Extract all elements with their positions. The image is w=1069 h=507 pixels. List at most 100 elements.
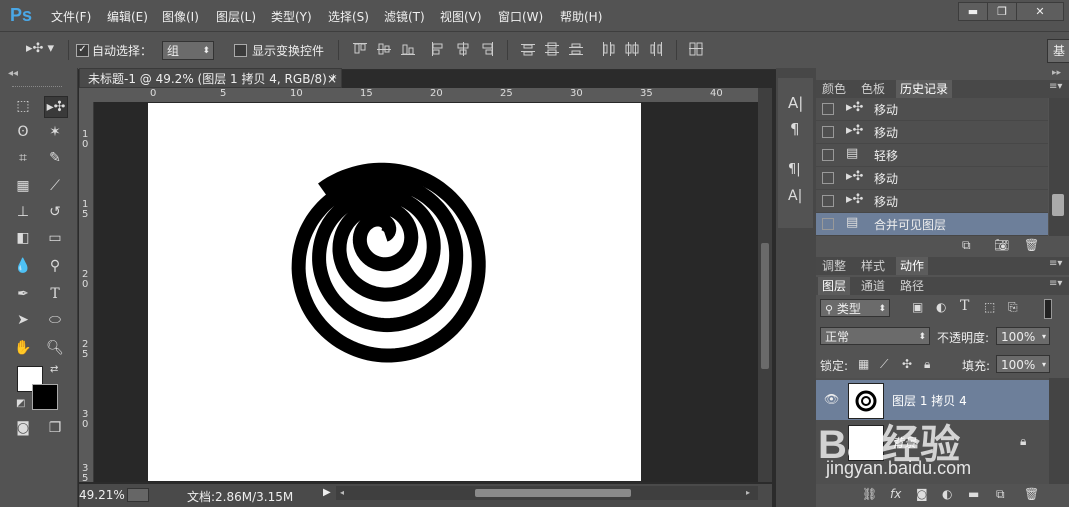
- vertical-scroll-thumb[interactable]: [761, 243, 769, 369]
- vertical-scrollbar[interactable]: [758, 88, 772, 482]
- lock-transparency-icon[interactable]: ▦: [858, 357, 869, 371]
- hand-tool-icon[interactable]: ✋: [12, 338, 34, 358]
- history-item[interactable]: ▸✣ 移动: [816, 121, 1048, 144]
- menu-file[interactable]: 文件(F): [51, 8, 91, 25]
- tab-history[interactable]: 历史记录: [896, 80, 953, 98]
- tab-swatches[interactable]: 色板: [857, 80, 889, 98]
- ruler-origin[interactable]: [79, 88, 93, 102]
- tab-color[interactable]: 颜色: [818, 80, 850, 98]
- camera-icon[interactable]: 📷︎: [994, 238, 1009, 252]
- menu-view[interactable]: 视图(V): [440, 8, 482, 25]
- menu-image[interactable]: 图像(I): [162, 8, 199, 25]
- menu-window[interactable]: 窗口(W): [498, 8, 543, 25]
- filter-pixel-icon[interactable]: ▣: [912, 300, 923, 314]
- history-scrollbar[interactable]: [1049, 98, 1069, 236]
- distribute-left-icon[interactable]: [600, 41, 616, 57]
- history-item[interactable]: ▸✣ 移动: [816, 167, 1048, 190]
- distribute-top-icon[interactable]: [520, 41, 536, 57]
- lock-brush-icon[interactable]: ⟋: [880, 357, 888, 372]
- character-styles-icon[interactable]: A|: [788, 188, 802, 204]
- filter-toggle[interactable]: [1044, 299, 1052, 319]
- new-document-from-state-icon[interactable]: ⧉: [962, 238, 971, 253]
- blur-tool-icon[interactable]: 💧: [12, 256, 34, 276]
- link-layers-icon[interactable]: ⛓: [862, 487, 877, 501]
- tab-styles[interactable]: 样式: [857, 257, 889, 275]
- tab-layers[interactable]: 图层: [818, 277, 851, 295]
- menu-select[interactable]: 选择(S): [328, 8, 369, 25]
- history-item[interactable]: ▸✣ 移动: [816, 98, 1048, 121]
- history-item-selected[interactable]: ▤ 合并可见图层: [816, 213, 1048, 236]
- eraser-icon[interactable]: ◧: [12, 228, 34, 248]
- align-vcenter-icon[interactable]: [376, 41, 392, 57]
- delete-layer-icon[interactable]: 🗑︎: [1024, 487, 1039, 501]
- history-snapshot-checkbox[interactable]: [822, 218, 834, 230]
- restore-button[interactable]: ❐: [987, 2, 1017, 21]
- close-document-icon[interactable]: ×: [327, 69, 337, 89]
- distribute-hcenter-icon[interactable]: [624, 41, 640, 57]
- panel-menu-icon[interactable]: ≡▾: [1049, 278, 1062, 289]
- magic-wand-icon[interactable]: ✶: [44, 122, 66, 142]
- layer-kind-filter[interactable]: ⚲ 类型 ⬍: [820, 299, 890, 317]
- align-right-icon[interactable]: [479, 41, 495, 57]
- panel-collapse-icon[interactable]: ▸▸: [1052, 68, 1061, 78]
- new-layer-icon[interactable]: ⧉: [996, 487, 1005, 502]
- align-left-icon[interactable]: [430, 41, 446, 57]
- document-canvas[interactable]: [148, 103, 641, 481]
- history-snapshot-checkbox[interactable]: [822, 103, 834, 115]
- dodge-tool-icon[interactable]: ⚲: [44, 256, 66, 276]
- panel-menu-icon[interactable]: ≡▾: [1049, 81, 1062, 92]
- tab-paths[interactable]: 路径: [896, 277, 928, 295]
- lasso-tool-icon[interactable]: ʘ: [12, 122, 34, 142]
- workspace-button[interactable]: 基: [1047, 39, 1069, 63]
- type-tool-icon[interactable]: T: [44, 284, 66, 304]
- trash-icon[interactable]: 🗑︎: [1024, 238, 1039, 252]
- filter-adjustment-icon[interactable]: ◐: [936, 300, 946, 314]
- opacity-input[interactable]: 100% ▾: [996, 327, 1050, 345]
- paragraph-styles-icon[interactable]: ¶|: [788, 162, 801, 177]
- zoom-level[interactable]: 49.21%: [79, 488, 125, 502]
- marquee-tool-icon[interactable]: ⬚: [12, 96, 34, 116]
- quick-mask-icon[interactable]: ◙: [12, 418, 34, 438]
- align-top-icon[interactable]: [352, 41, 368, 57]
- clone-stamp-icon[interactable]: ⊥: [12, 202, 34, 222]
- scroll-right-icon[interactable]: ▸: [746, 488, 750, 497]
- horizontal-scrollbar[interactable]: ◂ ▸: [336, 486, 758, 500]
- menu-type[interactable]: 类型(Y): [271, 8, 312, 25]
- collapse-arrows-icon[interactable]: ◂◂: [8, 68, 18, 79]
- path-selection-icon[interactable]: ➤: [12, 310, 34, 330]
- history-item[interactable]: ▸✣ 移动: [816, 190, 1048, 213]
- align-hcenter-icon[interactable]: [455, 41, 471, 57]
- minimize-button[interactable]: ▬: [958, 2, 988, 21]
- new-group-icon[interactable]: ▬: [968, 487, 979, 501]
- layer-mask-icon[interactable]: ◙: [916, 487, 928, 501]
- panel-menu-icon[interactable]: ≡▾: [1049, 258, 1062, 269]
- history-snapshot-checkbox[interactable]: [822, 126, 834, 138]
- horizontal-scroll-thumb[interactable]: [475, 489, 631, 497]
- history-scroll-thumb[interactable]: [1052, 194, 1064, 216]
- menu-filter[interactable]: 滤镜(T): [384, 8, 425, 25]
- history-snapshot-checkbox[interactable]: [822, 172, 834, 184]
- pen-tool-icon[interactable]: ✒: [12, 284, 34, 304]
- history-snapshot-checkbox[interactable]: [822, 149, 834, 161]
- filter-smart-object-icon[interactable]: ⎘: [1008, 300, 1018, 315]
- paragraph-panel-icon[interactable]: ¶: [790, 120, 800, 138]
- lock-all-icon[interactable]: 🔒︎: [924, 357, 930, 372]
- distribute-vcenter-icon[interactable]: [544, 41, 560, 57]
- gradient-tool-icon[interactable]: ▭: [44, 228, 66, 248]
- scroll-left-icon[interactable]: ◂: [340, 488, 344, 497]
- auto-select-dropdown[interactable]: 组 ⬍: [162, 41, 214, 60]
- layers-scrollbar[interactable]: [1049, 378, 1069, 484]
- lock-position-icon[interactable]: ✣: [902, 357, 912, 371]
- distribute-right-icon[interactable]: [648, 41, 664, 57]
- history-item[interactable]: ▤ 轻移: [816, 144, 1048, 167]
- show-transform-checkbox[interactable]: [234, 44, 247, 57]
- distribute-bottom-icon[interactable]: [568, 41, 584, 57]
- healing-brush-icon[interactable]: ▦: [12, 176, 34, 196]
- screen-mode-icon[interactable]: ❐: [44, 418, 66, 438]
- menu-help[interactable]: 帮助(H): [560, 8, 602, 25]
- zoom-tool-icon[interactable]: 🔍︎: [44, 338, 66, 358]
- history-snapshot-checkbox[interactable]: [822, 195, 834, 207]
- character-panel-icon[interactable]: A|: [788, 94, 803, 112]
- swap-colors-icon[interactable]: ⇄: [50, 364, 58, 375]
- eyedropper-icon[interactable]: ✎: [44, 148, 66, 168]
